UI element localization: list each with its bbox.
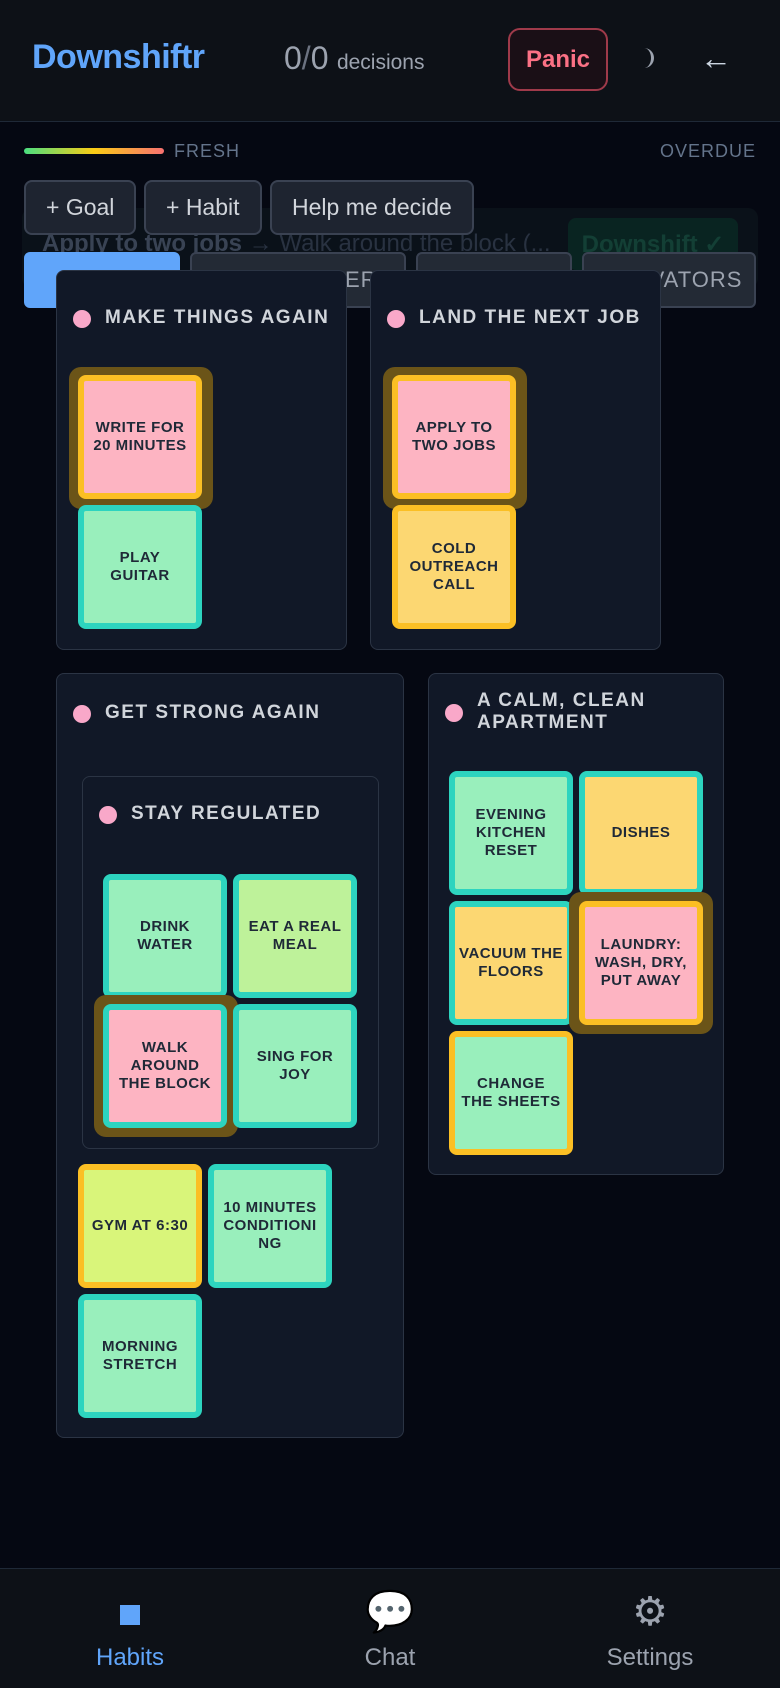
habit-tile[interactable]: WRITE FOR 20 MINUTES xyxy=(78,375,202,499)
goal-status-dot xyxy=(73,705,91,723)
decisions-total: 0 xyxy=(310,40,329,76)
goal-header: A CALM, CLEAN APARTMENT xyxy=(445,690,705,734)
nav-settings[interactable]: ⚙ Settings xyxy=(520,1569,780,1688)
habit-tile[interactable]: PLAY GUITAR xyxy=(78,505,202,629)
habit-tile[interactable]: SING FOR JOY xyxy=(233,1004,357,1128)
goal-title: GET STRONG AGAIN xyxy=(105,702,321,723)
decisions-label: decisions xyxy=(336,51,425,74)
app-header: Downshiftr 0/0 decisions Panic ← xyxy=(0,0,780,122)
add-goal-button[interactable]: + Goal xyxy=(24,180,137,235)
habit-tile[interactable]: GYM AT 6:30 xyxy=(78,1164,202,1288)
goal-title: A CALM, CLEAN APARTMENT xyxy=(477,690,646,733)
habit-tile[interactable]: MORNING STRETCH xyxy=(78,1294,202,1418)
nav-settings-label: Settings xyxy=(606,1644,694,1671)
add-habit-button[interactable]: + Habit xyxy=(144,180,262,235)
help-me-decide-button[interactable]: Help me decide xyxy=(270,180,474,235)
nav-habits-label: Habits xyxy=(95,1644,165,1671)
goal-status-dot xyxy=(445,704,463,722)
goal-header: MAKE THINGS AGAIN xyxy=(73,307,329,329)
chat-bubble-icon: 💬 xyxy=(365,1590,415,1634)
panic-button[interactable]: Panic xyxy=(508,28,608,91)
habit-tile[interactable]: APPLY TO TWO JOBS xyxy=(392,375,516,499)
gear-icon: ⚙ xyxy=(632,1590,668,1634)
habit-tile[interactable]: VACUUM THE FLOORS xyxy=(449,901,573,1025)
goal-card-next-job[interactable]: LAND THE NEXT JOB APPLY TO TWO JOBS COLD… xyxy=(370,270,661,650)
goal-card-get-strong[interactable]: GET STRONG AGAIN STAY REGULATED DRINK WA… xyxy=(56,673,404,1438)
subgoal-header: STAY REGULATED xyxy=(99,803,321,825)
nav-chat[interactable]: 💬 Chat xyxy=(260,1569,520,1688)
goal-status-dot xyxy=(387,310,405,328)
goal-header: LAND THE NEXT JOB xyxy=(387,307,641,329)
decisions-slash: / xyxy=(301,40,311,76)
nav-chat-label: Chat xyxy=(364,1644,416,1671)
subgoal-status-dot xyxy=(99,806,117,824)
habit-tile[interactable]: EAT A REAL MEAL xyxy=(233,874,357,998)
habit-tile[interactable]: COLD OUTREACH CALL xyxy=(392,505,516,629)
decision-counter: 0/0 decisions xyxy=(284,40,425,77)
decisions-done: 0 xyxy=(284,40,302,76)
nav-habits[interactable]: Habits xyxy=(0,1569,260,1688)
fresh-label: FRESH xyxy=(174,141,241,161)
habit-tile[interactable]: WALK AROUND THE BLOCK xyxy=(103,1004,227,1128)
freshness-gradient-bar xyxy=(24,148,164,154)
habit-tile[interactable]: LAUNDRY: WASH, DRY, PUT AWAY xyxy=(579,901,703,1025)
habit-tile[interactable]: DISHES xyxy=(579,771,703,895)
bottom-nav: Habits 💬 Chat ⚙ Settings xyxy=(0,1568,780,1688)
goal-title: MAKE THINGS AGAIN xyxy=(105,307,330,328)
panic-label: Panic xyxy=(525,45,591,73)
app-brand: Downshiftr xyxy=(32,38,205,76)
goal-status-dot xyxy=(73,310,91,328)
back-arrow-icon[interactable]: ← xyxy=(700,40,732,77)
subgoal-title: STAY REGULATED xyxy=(131,803,322,824)
overdue-label: OVERDUE xyxy=(659,141,756,161)
goal-header: GET STRONG AGAIN xyxy=(73,702,320,724)
habit-tile[interactable]: DRINK WATER xyxy=(103,874,227,998)
habits-square-icon xyxy=(120,1586,140,1638)
goal-title: LAND THE NEXT JOB xyxy=(419,307,641,328)
habit-tile[interactable]: 10 MINUTES CONDITIONING xyxy=(208,1164,332,1288)
subgoal-card-stay-regulated[interactable]: STAY REGULATED DRINK WATER EAT A REAL ME… xyxy=(82,776,379,1149)
moon-icon[interactable] xyxy=(640,46,658,70)
goal-card-apartment[interactable]: A CALM, CLEAN APARTMENT EVENING KITCHEN … xyxy=(428,673,724,1175)
habit-tile[interactable]: EVENING KITCHEN RESET xyxy=(449,771,573,895)
habit-tile[interactable]: CHANGE THE SHEETS xyxy=(449,1031,573,1155)
goal-card-make-things[interactable]: MAKE THINGS AGAIN WRITE FOR 20 MINUTES P… xyxy=(56,270,347,650)
